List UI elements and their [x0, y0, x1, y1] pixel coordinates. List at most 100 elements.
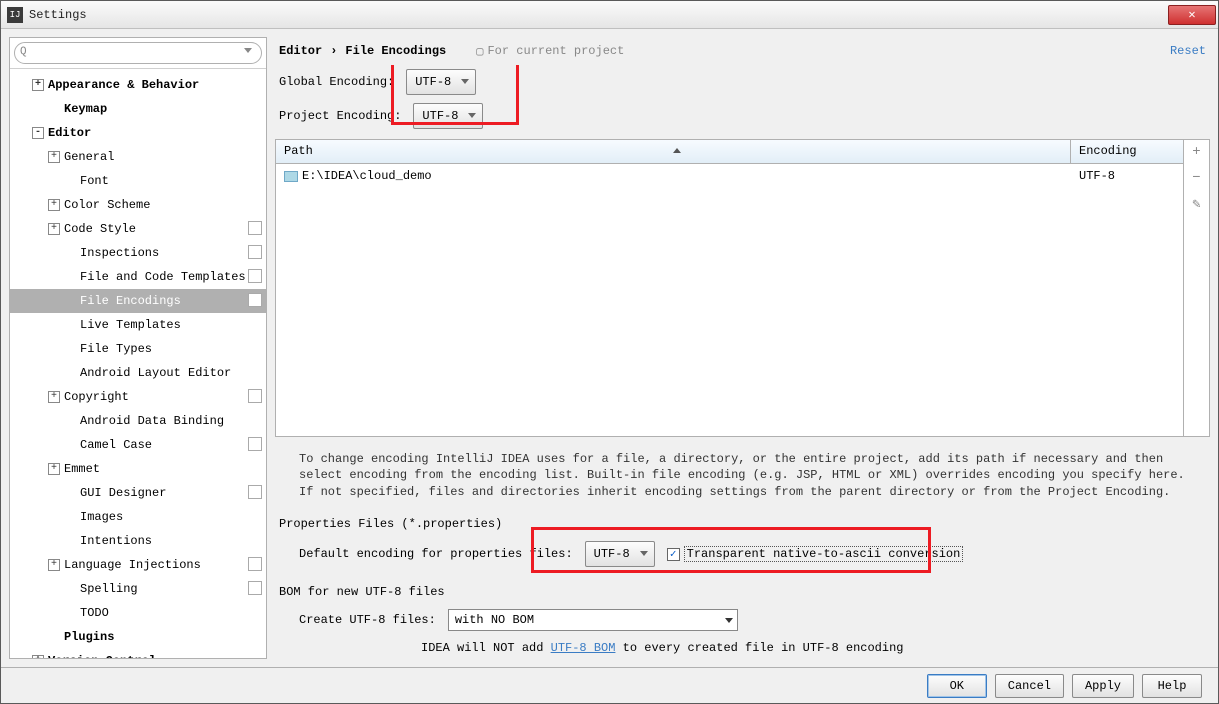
tree-toggle-icon	[64, 343, 76, 355]
tree-item-label: Keymap	[64, 102, 262, 116]
col-header-path[interactable]: Path	[276, 140, 1071, 163]
tree-toggle-icon[interactable]: +	[32, 655, 44, 658]
prop-default-dropdown[interactable]: UTF-8	[585, 541, 655, 567]
remove-button[interactable]: −	[1189, 170, 1205, 186]
reset-link[interactable]: Reset	[1170, 44, 1206, 58]
tree-toggle-icon	[64, 367, 76, 379]
add-button[interactable]: +	[1189, 144, 1205, 160]
tree-item-label: General	[64, 150, 262, 164]
tree-item[interactable]: TODO	[10, 601, 266, 625]
tree-toggle-icon[interactable]: +	[48, 151, 60, 163]
transparent-checkbox[interactable]: ✓	[667, 548, 680, 561]
titlebar: IJ Settings ✕	[1, 1, 1218, 29]
sort-asc-icon	[673, 148, 681, 153]
tree-item[interactable]: Spelling	[10, 577, 266, 601]
tree-item[interactable]: Font	[10, 169, 266, 193]
app-logo-icon: IJ	[7, 7, 23, 23]
tree-item[interactable]: File and Code Templates	[10, 265, 266, 289]
tree-item[interactable]: File Encodings	[10, 289, 266, 313]
encoding-table: Path Encoding E:\IDEA\cloud_demo	[275, 139, 1210, 437]
tree-toggle-icon	[64, 583, 76, 595]
tree-toggle-icon[interactable]: +	[48, 223, 60, 235]
global-encoding-value: UTF-8	[415, 75, 451, 89]
tree-item[interactable]: Intentions	[10, 529, 266, 553]
tree-toggle-icon	[64, 247, 76, 259]
tree-item[interactable]: + Version Control	[10, 649, 266, 658]
tree-item-label: Inspections	[80, 246, 246, 260]
tree-item-label: TODO	[80, 606, 262, 620]
tree-item[interactable]: Keymap	[10, 97, 266, 121]
tree-item[interactable]: Android Data Binding	[10, 409, 266, 433]
bom-create-dropdown[interactable]: with NO BOM	[448, 609, 738, 631]
ok-button[interactable]: OK	[927, 674, 987, 698]
tree-item-label: GUI Designer	[80, 486, 246, 500]
project-encoding-label: Project Encoding:	[279, 109, 401, 123]
bom-link[interactable]: UTF-8 BOM	[551, 641, 616, 655]
global-encoding-dropdown[interactable]: UTF-8	[406, 69, 476, 95]
table-row[interactable]: E:\IDEA\cloud_demo UTF-8	[276, 164, 1183, 188]
tree-toggle-icon[interactable]: +	[48, 199, 60, 211]
tree-item-label: Images	[80, 510, 262, 524]
search-icon: Q	[20, 46, 27, 58]
tree-item[interactable]: Android Layout Editor	[10, 361, 266, 385]
tree-item[interactable]: File Types	[10, 337, 266, 361]
project-scope-icon	[250, 583, 262, 595]
cancel-button[interactable]: Cancel	[995, 674, 1064, 698]
search-input[interactable]	[14, 42, 262, 64]
project-encoding-dropdown[interactable]: UTF-8	[413, 103, 483, 129]
tree-item[interactable]: Camel Case	[10, 433, 266, 457]
project-scope-icon	[250, 271, 262, 283]
project-scope-icon	[250, 439, 262, 451]
tree-toggle-icon[interactable]: +	[48, 391, 60, 403]
search-dropdown-icon[interactable]	[244, 48, 252, 53]
tree-toggle-icon[interactable]: +	[32, 79, 44, 91]
close-button[interactable]: ✕	[1168, 5, 1216, 25]
tree-item-label: File and Code Templates	[80, 270, 246, 284]
tree-item[interactable]: +Language Injections	[10, 553, 266, 577]
col-header-encoding[interactable]: Encoding	[1071, 140, 1183, 163]
tree-toggle-icon[interactable]: +	[48, 559, 60, 571]
tree-item-label: Version Control	[48, 654, 262, 658]
tree-item[interactable]: Inspections	[10, 241, 266, 265]
project-scope-icon	[250, 487, 262, 499]
bom-create-label: Create UTF-8 files:	[299, 613, 436, 627]
tree-toggle-icon	[64, 415, 76, 427]
project-encoding-value: UTF-8	[422, 109, 458, 123]
settings-window: IJ Settings ✕ Q +Appearance & Behavior Ke…	[0, 0, 1219, 704]
breadcrumb: Editor › File Encodings ▢ For current pr…	[275, 37, 1210, 65]
tree-item[interactable]: +Copyright	[10, 385, 266, 409]
help-text: To change encoding IntelliJ IDEA uses fo…	[275, 443, 1210, 513]
breadcrumb-parent[interactable]: Editor	[279, 44, 322, 58]
prop-default-label: Default encoding for properties files:	[299, 547, 573, 561]
chevron-down-icon	[461, 79, 469, 84]
tree-toggle-icon[interactable]: +	[48, 463, 60, 475]
tree-item[interactable]: GUI Designer	[10, 481, 266, 505]
apply-button[interactable]: Apply	[1072, 674, 1134, 698]
search-container: Q	[10, 38, 266, 69]
main-panel: Editor › File Encodings ▢ For current pr…	[275, 37, 1210, 659]
prop-default-value: UTF-8	[594, 547, 630, 561]
tree-toggle-icon[interactable]: -	[32, 127, 44, 139]
tree-item[interactable]: +Emmet	[10, 457, 266, 481]
tree-toggle-icon	[64, 295, 76, 307]
tree-item-label: Color Scheme	[64, 198, 262, 212]
edit-button[interactable]: ✎	[1189, 196, 1205, 212]
chevron-down-icon	[725, 618, 733, 623]
window-title: Settings	[29, 8, 87, 22]
tree-item[interactable]: Live Templates	[10, 313, 266, 337]
tree-item[interactable]: +Appearance & Behavior	[10, 73, 266, 97]
tree-item[interactable]: -Editor	[10, 121, 266, 145]
tree-item[interactable]: Plugins	[10, 625, 266, 649]
settings-tree: +Appearance & Behavior Keymap -Editor + Gene…	[10, 69, 266, 658]
settings-sidebar: Q +Appearance & Behavior Keymap -Editor + Ge…	[9, 37, 267, 659]
tree-toggle-icon	[64, 271, 76, 283]
tree-item[interactable]: Images	[10, 505, 266, 529]
folder-icon	[284, 171, 298, 182]
help-button[interactable]: Help	[1142, 674, 1202, 698]
tree-item-label: Plugins	[64, 630, 262, 644]
tree-item[interactable]: + General	[10, 145, 266, 169]
tree-item[interactable]: +Code Style	[10, 217, 266, 241]
tree-item-label: File Encodings	[80, 294, 246, 308]
tree-item[interactable]: + Color Scheme	[10, 193, 266, 217]
project-scope-label: For current project	[487, 44, 624, 58]
